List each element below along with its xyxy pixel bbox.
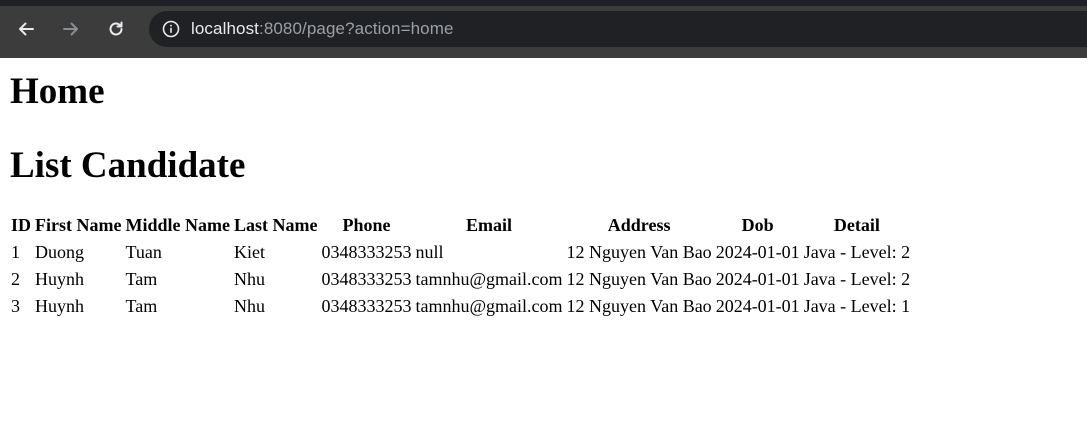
cell-last-name: Nhu bbox=[233, 296, 265, 316]
cell-first-name: Huynh bbox=[35, 269, 85, 289]
cell-dob: 2024-01-01 bbox=[715, 242, 800, 262]
address-bar[interactable]: localhost:8080/page?action=home bbox=[149, 11, 1087, 47]
column-header-email: Email bbox=[465, 215, 512, 235]
cell-last-name: Nhu bbox=[233, 269, 265, 289]
cell-address: 12 Nguyen Van Bao bbox=[566, 296, 712, 316]
back-button[interactable] bbox=[10, 13, 42, 45]
column-header-last-name: Last Name bbox=[233, 215, 318, 235]
page-content: Home List Candidate ID First Name Middle… bbox=[0, 70, 1087, 321]
cell-id: 1 bbox=[11, 242, 20, 262]
column-header-address: Address bbox=[607, 215, 671, 235]
cell-address: 12 Nguyen Van Bao bbox=[566, 269, 712, 289]
forward-arrow-icon bbox=[62, 20, 80, 38]
cell-email: tamnhu@gmail.com bbox=[415, 296, 563, 316]
column-header-detail: Detail bbox=[833, 215, 880, 235]
candidate-table: ID First Name Middle Name Last Name Phon… bbox=[8, 211, 913, 321]
cell-first-name: Huynh bbox=[35, 296, 85, 316]
url-text: localhost:8080/page?action=home bbox=[191, 19, 454, 39]
table-row: 1 Duong Tuan Kiet 0348333253 null 12 Ngu… bbox=[10, 240, 911, 265]
cell-id: 2 bbox=[11, 269, 20, 289]
cell-middle-name: Tam bbox=[125, 269, 158, 289]
column-header-phone: Phone bbox=[342, 215, 391, 235]
cell-address: 12 Nguyen Van Bao bbox=[566, 242, 712, 262]
table-row: 3 Huynh Tam Nhu 0348333253 tamnhu@gmail.… bbox=[10, 294, 911, 319]
cell-id: 3 bbox=[11, 296, 20, 316]
cell-phone: 0348333253 bbox=[321, 296, 412, 316]
page-title: Home bbox=[10, 71, 105, 112]
column-header-first-name: First Name bbox=[35, 215, 122, 235]
column-header-middle-name: Middle Name bbox=[125, 215, 230, 235]
cell-detail: Java - Level: 1 bbox=[803, 296, 911, 316]
table-row: 2 Huynh Tam Nhu 0348333253 tamnhu@gmail.… bbox=[10, 267, 911, 292]
cell-last-name: Kiet bbox=[233, 242, 265, 262]
cell-dob: 2024-01-01 bbox=[715, 269, 800, 289]
cell-middle-name: Tuan bbox=[125, 242, 162, 262]
reload-icon bbox=[107, 20, 125, 38]
url-host: localhost bbox=[191, 19, 259, 38]
forward-button[interactable] bbox=[55, 13, 87, 45]
table-header-row: ID First Name Middle Name Last Name Phon… bbox=[10, 213, 911, 238]
cell-detail: Java - Level: 2 bbox=[803, 269, 911, 289]
browser-toolbar: localhost:8080/page?action=home bbox=[0, 0, 1087, 58]
cell-detail: Java - Level: 2 bbox=[803, 242, 911, 262]
cell-email: tamnhu@gmail.com bbox=[415, 269, 563, 289]
column-header-id: ID bbox=[11, 215, 32, 235]
column-header-dob: Dob bbox=[741, 215, 774, 235]
cell-first-name: Duong bbox=[35, 242, 85, 262]
cell-email: null bbox=[415, 242, 444, 262]
reload-button[interactable] bbox=[100, 13, 132, 45]
cell-middle-name: Tam bbox=[125, 296, 158, 316]
back-arrow-icon bbox=[17, 20, 35, 38]
section-title: List Candidate bbox=[10, 145, 246, 186]
cell-dob: 2024-01-01 bbox=[715, 296, 800, 316]
cell-phone: 0348333253 bbox=[321, 242, 412, 262]
cell-phone: 0348333253 bbox=[321, 269, 412, 289]
site-info-icon[interactable] bbox=[161, 19, 181, 39]
url-path: :8080/page?action=home bbox=[259, 19, 454, 38]
